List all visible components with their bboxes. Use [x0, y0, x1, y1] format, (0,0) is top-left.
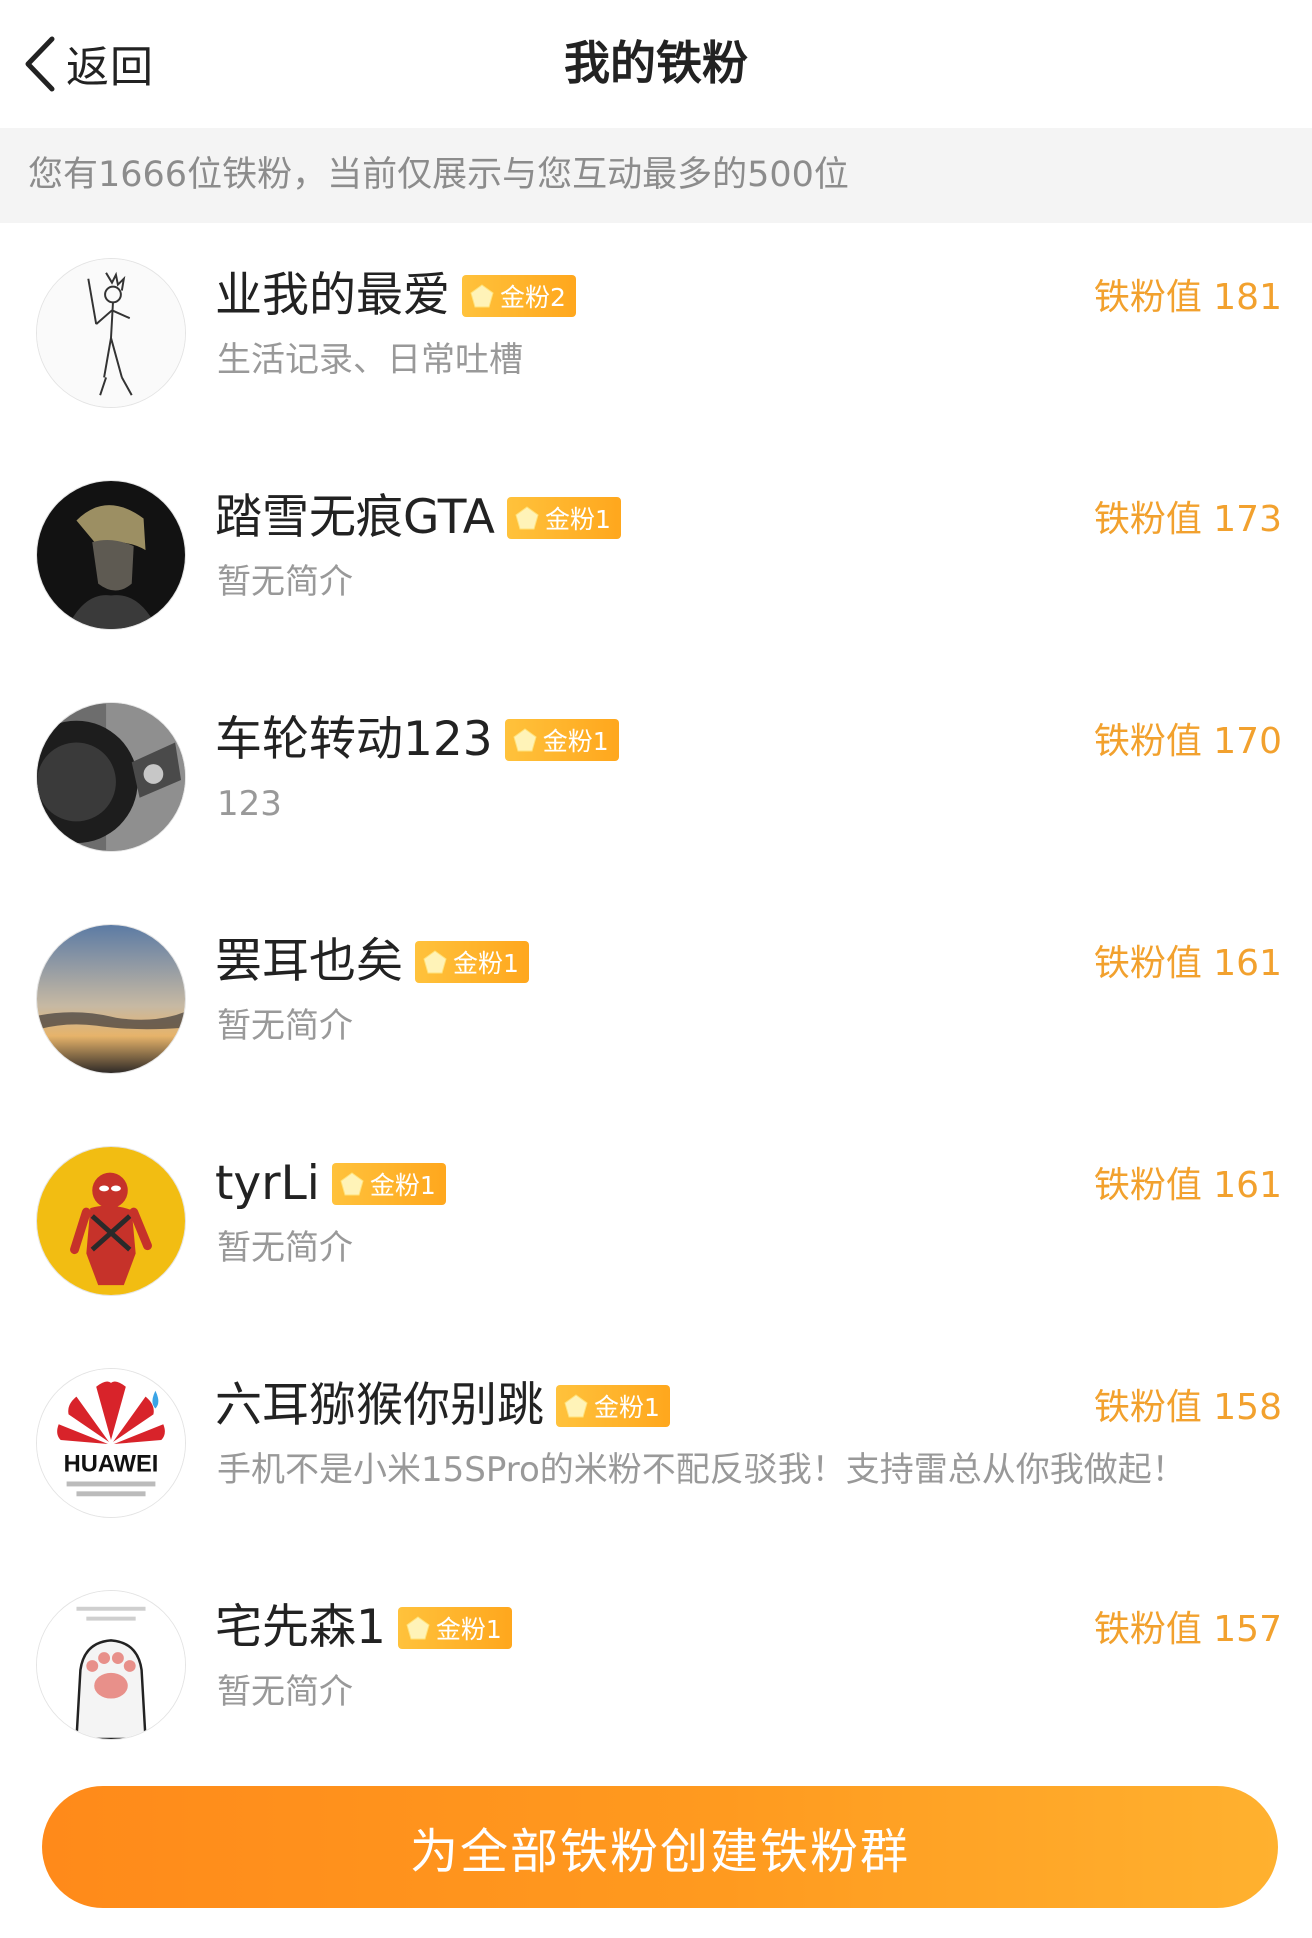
fan-name[interactable]: tyrLi	[215, 1151, 320, 1217]
fan-list-item[interactable]: 车轮转动123 金粉1 123 铁粉值 170	[0, 667, 1312, 889]
fan-name[interactable]: 踏雪无痕GTA	[215, 485, 495, 551]
fan-list-item[interactable]: 宅先森1 金粉1 暂无简介 铁粉值 157	[0, 1555, 1312, 1777]
fan-score: 铁粉值 161	[1093, 943, 1282, 984]
fan-score: 铁粉值 157	[1093, 1609, 1282, 1650]
fan-name[interactable]: 宅先森1	[215, 1595, 386, 1661]
badge-label: 金粉1	[594, 1393, 660, 1422]
fan-level-badge: 金粉1	[506, 497, 621, 539]
gem-icon	[470, 284, 494, 308]
fan-name-row: 业我的最爱 金粉2	[215, 263, 576, 329]
gem-icon	[406, 1616, 430, 1640]
top-nav-bar: 返回 我的铁粉	[0, 0, 1312, 127]
badge-label: 金粉1	[544, 505, 611, 534]
avatar[interactable]	[36, 924, 186, 1074]
fan-count-notice: 您有1666位铁粉，当前仅展示与您互动最多的500位	[0, 128, 1312, 223]
avatar[interactable]	[36, 258, 186, 408]
cat-paw-avatar-icon	[37, 1591, 185, 1739]
fan-list-item[interactable]: 踏雪无痕GTA 金粉1 暂无简介 铁粉值 173	[0, 445, 1312, 667]
fan-bio: 暂无简介	[217, 1672, 353, 1712]
huawei-logo-avatar-icon: HUAWEI	[37, 1369, 185, 1517]
fan-list-item[interactable]: tyrLi 金粉1 暂无简介 铁粉值 161	[0, 1111, 1312, 1333]
fan-level-badge: 金粉1	[397, 1607, 512, 1649]
gem-icon	[340, 1172, 364, 1196]
fan-list-item[interactable]: HUAWEI 六耳猕猴你别跳 金粉1 手机不是小米15SPro的米粉不配反驳我！…	[0, 1333, 1312, 1555]
fan-bio: 生活记录、日常吐槽	[217, 340, 523, 380]
fan-score: 铁粉值 181	[1093, 277, 1282, 318]
fan-level-badge: 金粉1	[331, 1163, 446, 1205]
fans-page: 返回 我的铁粉 您有1666位铁粉，当前仅展示与您互动最多的500位 业我的最爱	[0, 0, 1312, 1938]
fan-name[interactable]: 业我的最爱	[215, 263, 450, 329]
badge-label: 金粉1	[435, 1615, 502, 1644]
gem-icon	[423, 950, 447, 974]
fan-name-row: 宅先森1 金粉1	[215, 1595, 512, 1661]
gem-icon	[515, 506, 539, 530]
huawei-wordmark: HUAWEI	[64, 1452, 159, 1478]
fan-bio: 123	[217, 784, 282, 824]
avatar[interactable]	[36, 1590, 186, 1740]
fan-name[interactable]: 六耳猕猴你别跳	[215, 1373, 544, 1439]
fan-name-row: 踏雪无痕GTA 金粉1	[215, 485, 621, 551]
deadpool-avatar-icon	[37, 1147, 185, 1295]
fan-score: 铁粉值 170	[1093, 721, 1282, 762]
fan-level-badge: 金粉1	[415, 941, 529, 983]
fan-list-item[interactable]: 业我的最爱 金粉2 生活记录、日常吐槽 铁粉值 181	[0, 223, 1312, 445]
gem-icon	[564, 1394, 588, 1418]
avatar[interactable]	[36, 480, 186, 630]
fan-name[interactable]: 车轮转动123	[215, 707, 493, 773]
fan-name-row: 罢耳也矣 金粉1	[215, 929, 529, 995]
fan-name[interactable]: 罢耳也矣	[215, 929, 403, 995]
gem-icon	[513, 728, 537, 752]
sunset-sky-avatar-icon	[37, 925, 185, 1073]
fan-name-row: tyrLi 金粉1	[215, 1151, 446, 1217]
fan-level-badge: 金粉2	[462, 275, 576, 317]
fan-list: 业我的最爱 金粉2 生活记录、日常吐槽 铁粉值 181 踏雪无痕GTA 金粉1 …	[0, 223, 1312, 1777]
fan-bio: 手机不是小米15SPro的米粉不配反驳我！支持雷总从你我做起！	[217, 1450, 1186, 1490]
badge-label: 金粉1	[542, 727, 609, 756]
fan-score: 铁粉值 158	[1093, 1387, 1282, 1428]
fan-bio: 暂无简介	[217, 1228, 353, 1268]
badge-label: 金粉1	[369, 1171, 436, 1200]
fan-level-badge: 金粉1	[504, 719, 619, 761]
fan-bio: 暂无简介	[217, 1006, 353, 1046]
bottom-action-bar: 为全部铁粉创建铁粉群	[0, 1758, 1312, 1938]
create-fan-group-button[interactable]: 为全部铁粉创建铁粉群	[42, 1786, 1278, 1908]
avatar[interactable]: HUAWEI	[36, 1368, 186, 1518]
fan-list-item[interactable]: 罢耳也矣 金粉1 暂无简介 铁粉值 161	[0, 889, 1312, 1111]
fan-score: 铁粉值 173	[1093, 499, 1282, 540]
badge-label: 金粉2	[500, 283, 566, 312]
fan-name-row: 车轮转动123 金粉1	[215, 707, 619, 773]
fan-name-row: 六耳猕猴你别跳 金粉1	[215, 1373, 670, 1439]
fan-level-badge: 金粉1	[556, 1385, 670, 1427]
badge-label: 金粉1	[453, 949, 519, 978]
page-title: 我的铁粉	[564, 36, 748, 90]
car-wheel-avatar-icon	[37, 703, 185, 851]
anime-character-avatar-icon	[37, 481, 185, 629]
avatar[interactable]	[36, 702, 186, 852]
fan-bio: 暂无简介	[217, 562, 353, 602]
avatar[interactable]	[36, 1146, 186, 1296]
fan-score: 铁粉值 161	[1093, 1165, 1282, 1206]
create-fan-group-label: 为全部铁粉创建铁粉群	[409, 1824, 910, 1880]
sketch-character-avatar-icon	[37, 259, 185, 407]
